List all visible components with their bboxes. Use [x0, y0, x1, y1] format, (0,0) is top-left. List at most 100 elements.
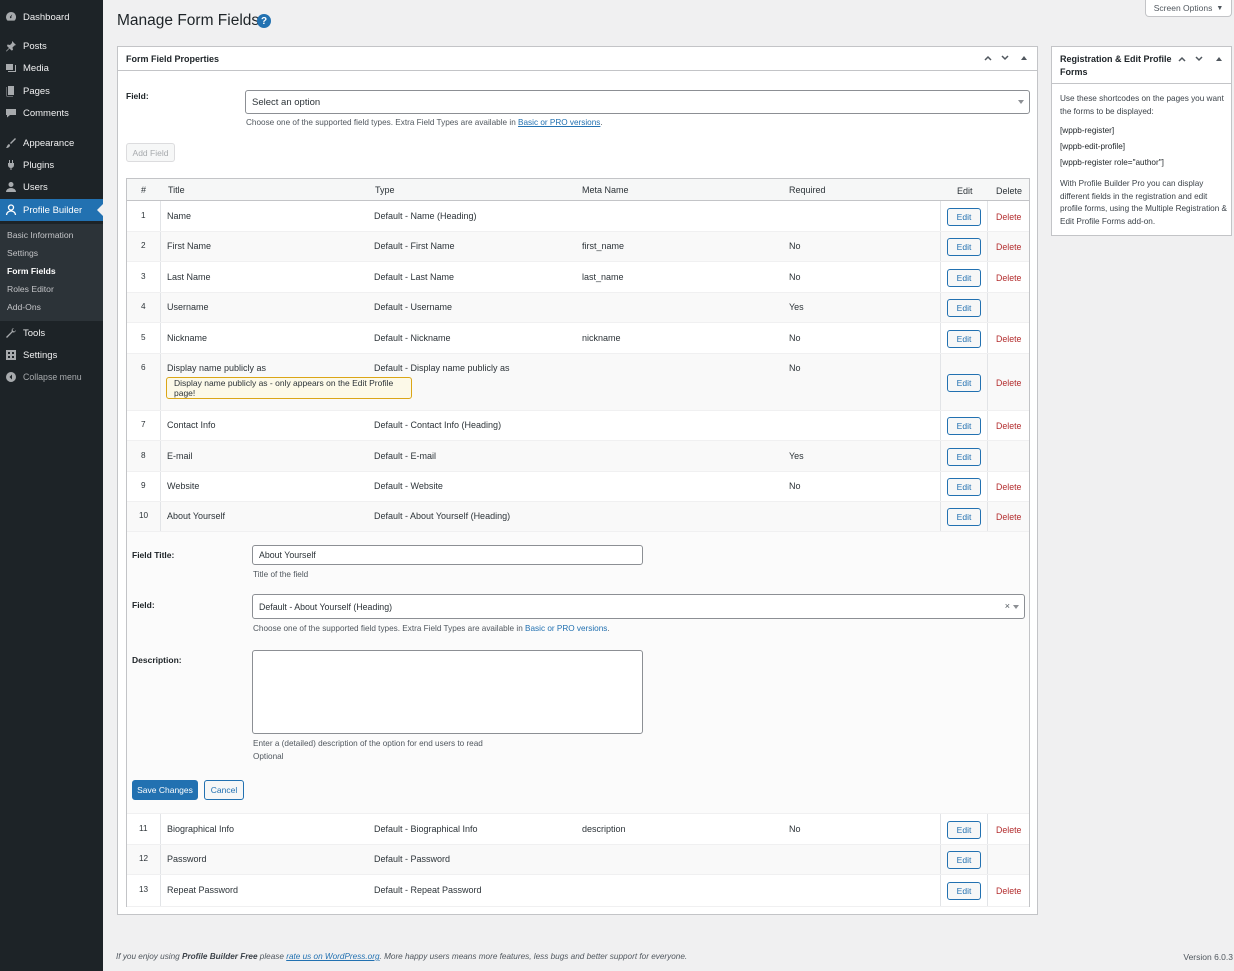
column-header-num: #	[141, 185, 147, 195]
sidebar-item-users[interactable]: Users	[0, 176, 103, 198]
edit-button[interactable]: Edit	[947, 478, 981, 496]
screen-options-button[interactable]: Screen Options ▼	[1145, 0, 1232, 17]
edit-button[interactable]: Edit	[947, 374, 981, 392]
submenu-add-ons[interactable]: Add-Ons	[7, 302, 41, 312]
submenu-roles-editor[interactable]: Roles Editor	[7, 284, 54, 294]
sidebar-item-profile-builder[interactable]: Profile Builder	[0, 199, 103, 221]
toggle-panel-icon[interactable]	[1212, 52, 1226, 66]
field-note: Display name publicly as - only appears …	[166, 377, 412, 399]
row-type: Default - Username	[374, 302, 453, 312]
field-title-label: Field Title:	[132, 550, 175, 560]
edit-button[interactable]: Edit	[947, 238, 981, 256]
edit-button[interactable]: Edit	[947, 448, 981, 466]
sidebar-item-label: Dashboard	[23, 11, 70, 23]
edit-button[interactable]: Edit	[947, 299, 981, 317]
edit-button[interactable]: Edit	[947, 208, 981, 226]
delete-link[interactable]: Delete	[996, 212, 1021, 222]
column-header-meta-name: Meta Name	[582, 185, 629, 195]
comment-icon	[4, 106, 18, 120]
settings-icon	[4, 348, 18, 362]
pages-icon	[4, 84, 18, 98]
row-required: No	[789, 481, 801, 491]
edit-button[interactable]: Edit	[947, 508, 981, 526]
sidebar-item-posts[interactable]: Posts	[0, 35, 103, 57]
submenu-form-fields[interactable]: Form Fields	[7, 266, 56, 276]
column-header-type: Type	[375, 185, 395, 195]
sidebar-item-media[interactable]: Media	[0, 57, 103, 79]
rate-us-link[interactable]: rate us on WordPress.org	[286, 952, 379, 961]
row-type: Default - Biographical Info	[374, 824, 478, 834]
footer-text: If you enjoy using Profile Builder Free …	[116, 952, 688, 961]
delete-link[interactable]: Delete	[996, 378, 1021, 388]
collapse-menu-button[interactable]: Collapse menu	[0, 366, 103, 388]
table-row: 4 Username Default - Username Yes Edit	[127, 293, 1029, 323]
media-icon	[4, 61, 18, 75]
page-title: Manage Form Fields	[117, 12, 260, 29]
side-outro: With Profile Builder Pro you can display…	[1060, 179, 1228, 226]
edit-field-type-value: Default - About Yourself (Heading)	[259, 601, 393, 612]
shortcode-register-author: [wppb-register role="author"]	[1060, 158, 1164, 167]
shortcode-register: [wppb-register]	[1060, 126, 1115, 135]
delete-link[interactable]: Delete	[996, 334, 1021, 344]
delete-link[interactable]: Delete	[996, 421, 1021, 431]
edit-button[interactable]: Edit	[947, 821, 981, 839]
delete-link[interactable]: Delete	[996, 242, 1021, 252]
sidebar-item-plugins[interactable]: Plugins	[0, 154, 103, 176]
field-type-help: Choose one of the supported field types.…	[246, 118, 603, 127]
field-type-select[interactable]: Select an option	[245, 90, 1030, 114]
table-row: 2 First Name Default - First Name first_nam…	[127, 232, 1029, 262]
row-title: Password	[167, 854, 207, 864]
field-title-input[interactable]: About Yourself	[252, 545, 643, 565]
edit-button[interactable]: Edit	[947, 417, 981, 435]
toggle-panel-icon[interactable]	[1017, 51, 1031, 65]
row-number: 3	[141, 272, 146, 281]
edit-button[interactable]: Edit	[947, 851, 981, 869]
submenu-basic-information[interactable]: Basic Information	[7, 230, 73, 240]
row-title: Name	[167, 211, 192, 221]
row-type: Default - Password	[374, 854, 451, 864]
row-required: Yes	[789, 451, 804, 461]
clear-icon[interactable]: ×	[1005, 601, 1010, 611]
edit-button[interactable]: Edit	[947, 269, 981, 287]
edit-versions-link[interactable]: Basic or PRO versions	[525, 624, 607, 633]
sidebar-item-dashboard[interactable]: Dashboard	[0, 6, 103, 28]
add-field-button[interactable]: Add Field	[126, 143, 175, 162]
move-up-icon[interactable]	[1175, 52, 1189, 66]
sidebar-item-comments[interactable]: Comments	[0, 102, 103, 124]
sidebar-item-tools[interactable]: Tools	[0, 322, 103, 344]
table-header: # Title Type Meta Name Required Edit Del…	[127, 179, 1029, 201]
sidebar-item-settings[interactable]: Settings	[0, 344, 103, 366]
delete-link[interactable]: Delete	[996, 886, 1021, 896]
table-row: 9 Website Default - Website No Edit Delete	[127, 472, 1029, 502]
side-box-title: Registration & Edit Profile Forms	[1060, 54, 1172, 77]
description-textarea[interactable]	[252, 650, 643, 734]
row-number: 7	[141, 420, 146, 429]
edit-button[interactable]: Edit	[947, 882, 981, 900]
row-meta-name: description	[582, 824, 626, 834]
delete-link[interactable]: Delete	[996, 273, 1021, 283]
move-down-icon[interactable]	[998, 51, 1012, 65]
edit-field-type-select[interactable]: Default - About Yourself (Heading) ×	[252, 594, 1025, 619]
cancel-button[interactable]: Cancel	[204, 780, 244, 800]
save-changes-button[interactable]: Save Changes	[132, 780, 198, 800]
versions-link[interactable]: Basic or PRO versions	[518, 118, 600, 127]
move-down-icon[interactable]	[1192, 52, 1206, 66]
delete-link[interactable]: Delete	[996, 825, 1021, 835]
delete-link[interactable]: Delete	[996, 512, 1021, 522]
move-up-icon[interactable]	[981, 51, 995, 65]
help-icon[interactable]: ?	[257, 14, 271, 28]
chevron-down-icon	[1018, 100, 1024, 104]
row-title: About Yourself	[167, 511, 226, 521]
submenu-settings[interactable]: Settings	[7, 248, 38, 258]
row-required: No	[789, 333, 801, 343]
shortcode-edit-profile: [wppb-edit-profile]	[1060, 142, 1126, 151]
table-row: 13 Repeat Password Default - Repeat Passwo…	[127, 875, 1029, 907]
row-title: Biographical Info	[167, 824, 235, 834]
form-field-properties-box: Form Field Properties Field: Select an o…	[117, 46, 1038, 915]
sidebar-item-appearance[interactable]: Appearance	[0, 132, 103, 154]
edit-button[interactable]: Edit	[947, 330, 981, 348]
sidebar-item-pages[interactable]: Pages	[0, 80, 103, 102]
box-header: Form Field Properties	[118, 47, 1037, 71]
column-header-required: Required	[789, 185, 826, 195]
delete-link[interactable]: Delete	[996, 482, 1021, 492]
